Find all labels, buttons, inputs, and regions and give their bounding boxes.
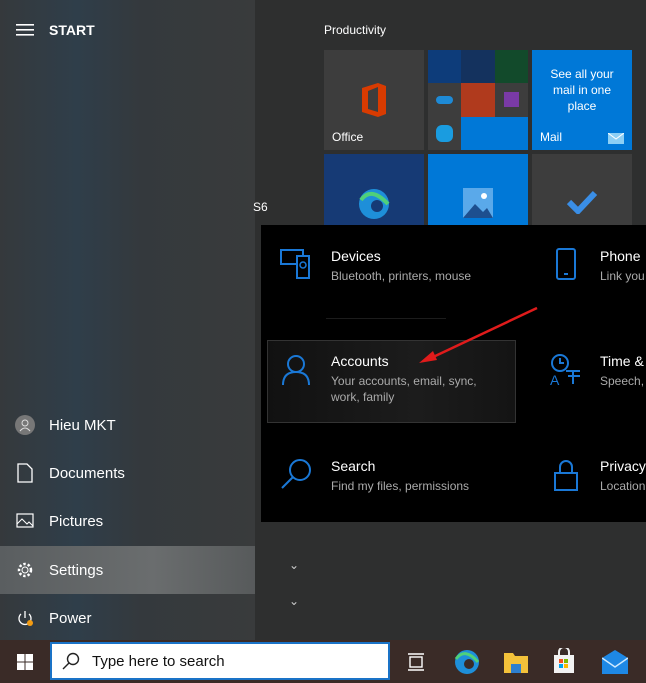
sidebar-item-label: Hieu MKT <box>49 416 116 434</box>
sidebar-item-label: Settings <box>49 561 104 579</box>
start-sidebar: START Hieu MKT Documents Pictures Settin… <box>0 0 255 640</box>
pictures-icon <box>15 513 34 528</box>
group-title: Productivity <box>324 23 387 37</box>
office-icon <box>362 83 386 117</box>
start-header[interactable]: START <box>16 22 95 38</box>
edge-tile[interactable] <box>324 154 424 225</box>
app-list-partial-text: S6 <box>253 200 268 214</box>
checkmark-icon <box>566 190 598 214</box>
word-icon[interactable] <box>461 50 495 83</box>
outlook-icon[interactable] <box>428 50 461 83</box>
start-title: START <box>49 22 95 38</box>
onenote-icon[interactable] <box>495 83 528 117</box>
taskbar: Type here to search <box>0 640 646 683</box>
mail-promo: See all your mail in one place <box>550 67 614 113</box>
sidebar-item-label: Pictures <box>49 512 104 530</box>
power-icon <box>17 611 33 626</box>
mail-tile[interactable]: See all your mail in one place Mail <box>532 50 632 150</box>
office-apps-folder-tile[interactable] <box>428 50 528 150</box>
photos-icon <box>463 188 493 218</box>
sidebar-item-user[interactable]: Hieu MKT <box>0 401 255 449</box>
sidebar-item-pictures[interactable]: Pictures <box>0 497 255 545</box>
settings-window: Devices Bluetooth, printers, mouse Phone L… <box>261 225 646 522</box>
onedrive-icon[interactable] <box>428 83 461 117</box>
windows-icon <box>17 653 33 670</box>
powerpoint-icon[interactable] <box>461 83 495 117</box>
chevron-down-icon[interactable]: ⌄ <box>289 594 299 608</box>
annotation-arrow <box>419 306 538 363</box>
tile-label: Office <box>332 130 364 144</box>
taskbar-search-input[interactable]: Type here to search <box>50 642 390 680</box>
edge-icon[interactable] <box>454 649 480 675</box>
document-icon <box>16 463 33 483</box>
photos-tile[interactable] <box>428 154 528 225</box>
mail-icon[interactable] <box>602 650 628 674</box>
sidebar-item-power[interactable]: Power <box>0 594 255 642</box>
task-view-icon[interactable] <box>407 653 425 671</box>
avatar <box>14 415 35 435</box>
file-explorer-icon[interactable] <box>504 651 528 673</box>
edge-icon <box>359 189 390 219</box>
search-placeholder: Type here to search <box>92 652 225 670</box>
mail-icon <box>608 133 624 144</box>
skype-icon[interactable] <box>428 117 461 150</box>
hamburger-icon[interactable] <box>16 23 34 37</box>
sidebar-item-settings[interactable]: Settings <box>0 546 255 594</box>
start-button[interactable] <box>0 640 50 683</box>
office-tile[interactable]: Office <box>324 50 424 150</box>
store-icon[interactable] <box>553 648 575 674</box>
todo-tile[interactable] <box>532 154 632 225</box>
sidebar-item-documents[interactable]: Documents <box>0 449 255 497</box>
sidebar-item-label: Power <box>49 609 92 627</box>
tile-label: Mail <box>540 130 563 144</box>
gear-icon <box>17 562 32 578</box>
excel-icon[interactable] <box>495 50 528 83</box>
search-icon <box>62 652 80 670</box>
sidebar-item-label: Documents <box>49 464 125 482</box>
chevron-down-icon[interactable]: ⌄ <box>289 558 299 572</box>
